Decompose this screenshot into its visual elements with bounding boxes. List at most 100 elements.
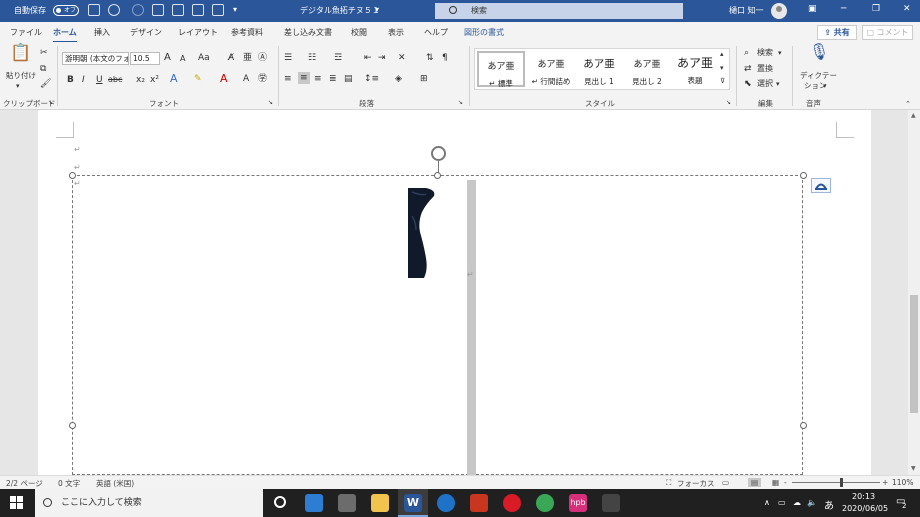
hpb-app-icon[interactable]: hpb: [569, 494, 587, 512]
undo-icon[interactable]: [108, 4, 120, 16]
styles-launcher-icon[interactable]: ↘: [726, 97, 731, 109]
sort-icon[interactable]: ⇅: [426, 52, 434, 64]
find-icon[interactable]: ⌕: [744, 47, 749, 59]
subscript-button[interactable]: x₂: [136, 74, 145, 86]
print-layout-icon[interactable]: ▤: [748, 478, 762, 487]
align-center-icon[interactable]: ≡: [298, 72, 310, 84]
enclose-characters-icon[interactable]: ㊫: [258, 73, 267, 85]
word-count[interactable]: 0 文字: [58, 478, 80, 489]
style-title[interactable]: あア亜 表題: [671, 51, 719, 87]
language[interactable]: 英語 (米国): [96, 478, 134, 489]
title-dropdown-icon[interactable]: ▾: [375, 5, 379, 14]
resize-handle-nw[interactable]: [69, 172, 76, 179]
paste-dropdown-icon[interactable]: ▾: [16, 80, 20, 92]
app-icon[interactable]: [470, 494, 488, 512]
resize-handle-n[interactable]: [434, 172, 441, 179]
tab-design[interactable]: デザイン: [130, 27, 162, 38]
ime-indicator[interactable]: あ: [824, 497, 834, 512]
zoom-slider-thumb[interactable]: [840, 478, 843, 487]
highlight-icon[interactable]: ✎: [194, 73, 202, 85]
numbering-icon[interactable]: ☷: [308, 52, 316, 64]
edge-app-icon[interactable]: [437, 494, 455, 512]
word-app-icon[interactable]: W: [404, 494, 422, 512]
line-spacing-icon[interactable]: ↕≡: [364, 73, 379, 85]
character-border-icon[interactable]: Ⓐ: [258, 52, 267, 64]
print-icon[interactable]: [172, 4, 184, 16]
change-case-button[interactable]: Aa: [198, 52, 210, 64]
show-hidden-icons-icon[interactable]: ∧: [764, 498, 770, 507]
zoom-level[interactable]: 110%: [892, 478, 913, 487]
phonetic-guide-icon[interactable]: 亜: [243, 52, 252, 64]
scrollbar-thumb[interactable]: [910, 295, 918, 413]
zoom-in-button[interactable]: +: [882, 478, 888, 487]
user-name[interactable]: 樋口 知一: [729, 5, 764, 16]
replace-button[interactable]: 置換: [757, 63, 773, 75]
borders-icon[interactable]: ⊞: [420, 73, 428, 85]
grow-font-button[interactable]: A: [164, 52, 171, 64]
replace-icon[interactable]: ⇄: [744, 63, 752, 75]
close-icon[interactable]: ✕: [903, 4, 911, 14]
file-explorer-icon[interactable]: [371, 494, 389, 512]
collapse-ribbon-icon[interactable]: ⌃: [905, 98, 911, 110]
rotate-handle[interactable]: [431, 146, 446, 161]
zoom-slider[interactable]: [792, 482, 880, 483]
align-left-icon[interactable]: ≡: [284, 73, 292, 85]
font-size-select[interactable]: 10.5: [130, 52, 160, 65]
resize-handle-e[interactable]: [800, 422, 807, 429]
find-dropdown-icon[interactable]: ▾: [778, 47, 782, 59]
shrink-font-button[interactable]: A: [180, 53, 185, 65]
styles-scroll-up-icon[interactable]: ▴: [720, 48, 724, 60]
microphone-icon[interactable]: 🎙: [809, 44, 829, 60]
asian-layout-icon[interactable]: ✕: [398, 52, 406, 64]
style-heading-1[interactable]: あア亜 見出し 1: [575, 51, 623, 87]
resize-handle-w[interactable]: [69, 422, 76, 429]
bullets-icon[interactable]: ☰: [284, 52, 292, 64]
comments-button[interactable]: ▢ コメント: [862, 25, 913, 40]
chrome-app-icon[interactable]: [536, 494, 554, 512]
justify-icon[interactable]: ≣: [329, 73, 337, 85]
copy-icon[interactable]: ⧉: [40, 63, 46, 75]
tab-insert[interactable]: 挿入: [94, 27, 110, 38]
ribbon-display-options-icon[interactable]: ▣: [808, 4, 817, 14]
resize-handle-ne[interactable]: [800, 172, 807, 179]
tab-mailings[interactable]: 差し込み文書: [284, 27, 332, 38]
text-effects-icon[interactable]: A: [170, 73, 178, 85]
share-button[interactable]: ⇪ 共有: [817, 25, 857, 40]
multilevel-list-icon[interactable]: ☲: [334, 52, 342, 64]
battery-icon[interactable]: ▭: [778, 498, 786, 507]
read-mode-icon[interactable]: ▭: [722, 478, 729, 487]
focus-mode-button[interactable]: フォーカス: [677, 478, 715, 489]
fish-print-image[interactable]: [404, 186, 438, 278]
minimize-icon[interactable]: ─: [841, 4, 846, 14]
decrease-indent-icon[interactable]: ⇤: [364, 52, 372, 64]
volume-icon[interactable]: 🔈: [807, 498, 817, 507]
styles-scroll-down-icon[interactable]: ▾: [720, 62, 724, 74]
paste-icon[interactable]: 📋: [10, 45, 31, 62]
style-normal[interactable]: あア亜 ↵ 標準: [477, 51, 525, 88]
customize-quick-access-icon[interactable]: ▾: [233, 5, 237, 14]
autosave-toggle[interactable]: オフ: [53, 5, 79, 16]
zoom-out-button[interactable]: -: [784, 478, 787, 487]
strikethrough-button[interactable]: abc: [108, 74, 122, 86]
align-right-icon[interactable]: ≡: [314, 73, 322, 85]
redo-icon[interactable]: [132, 4, 144, 16]
cut-icon[interactable]: ✂: [40, 47, 48, 59]
tab-layout[interactable]: レイアウト: [178, 27, 218, 38]
save-icon[interactable]: [88, 4, 100, 16]
tell-me-search[interactable]: 検索: [435, 3, 683, 19]
open-document-icon[interactable]: [212, 4, 224, 16]
opera-app-icon[interactable]: [503, 494, 521, 512]
paragraph-launcher-icon[interactable]: ↘: [458, 97, 463, 109]
distributed-icon[interactable]: ▤: [344, 73, 353, 85]
font-face-select[interactable]: 游明朝 (本文のフォ: [62, 52, 129, 65]
user-avatar[interactable]: [771, 3, 787, 19]
print-preview-icon[interactable]: [192, 4, 204, 16]
page-count[interactable]: 2/2 ページ: [6, 478, 43, 489]
tab-file[interactable]: ファイル: [10, 27, 42, 38]
taskbar-search-input[interactable]: ここに入力して検索: [35, 489, 263, 517]
superscript-button[interactable]: x²: [150, 74, 159, 86]
clock-date[interactable]: 2020/06/05: [842, 504, 888, 513]
format-painter-icon[interactable]: 🖌: [40, 78, 51, 90]
clear-formatting-icon[interactable]: A̸: [228, 52, 234, 64]
vertical-scrollbar[interactable]: [908, 110, 920, 475]
